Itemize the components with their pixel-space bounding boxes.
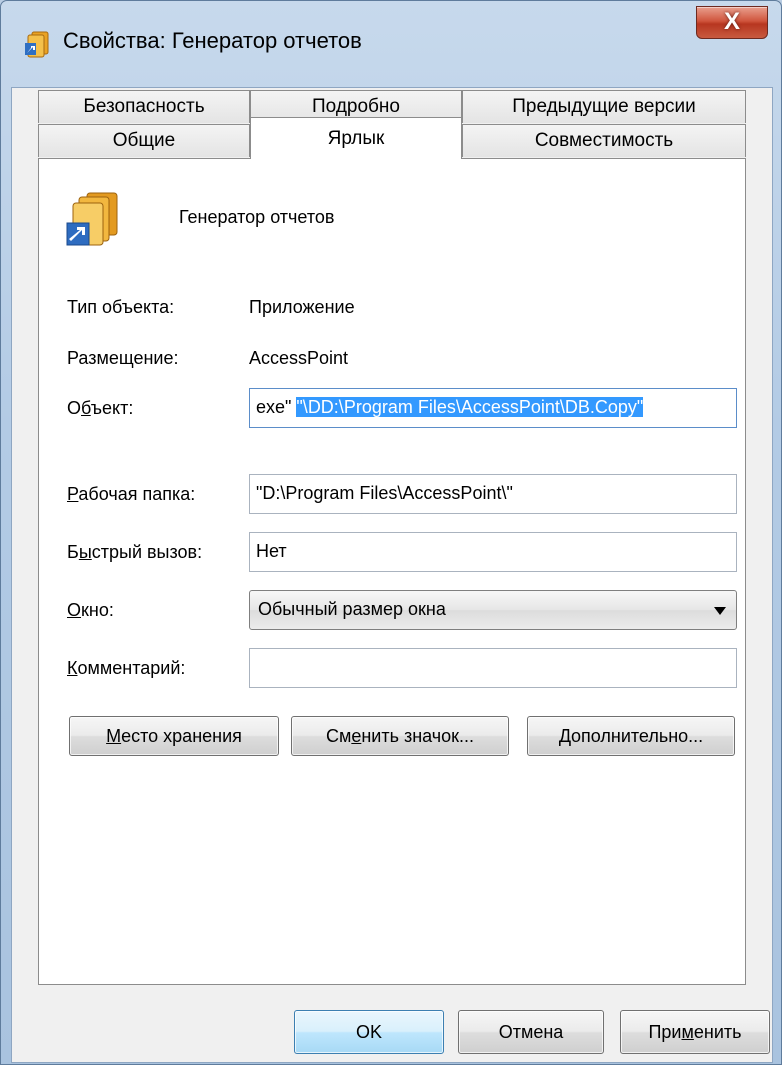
target-selected-text: "\DD:\Program Files\AccessPoint\DB.Copy" (296, 397, 644, 417)
run-select[interactable]: Обычный размер окна (249, 590, 737, 630)
shortcut-name: Генератор отчетов (179, 207, 335, 227)
run-label: Окно: (67, 600, 114, 620)
comment-label: Комментарий: (67, 658, 186, 678)
window-title: Свойства: Генератор отчетов (63, 28, 362, 53)
close-icon: X (723, 8, 740, 35)
separator (67, 264, 727, 265)
comment-input[interactable] (249, 648, 737, 688)
folder-stack-icon (25, 31, 49, 58)
tab-shortcut[interactable]: Ярлык (250, 117, 462, 159)
title-bar[interactable]: Свойства: Генератор отчетов X (1, 1, 781, 87)
tab-security[interactable]: Безопасность (38, 90, 250, 123)
open-file-location-button[interactable]: Место хранения (69, 716, 279, 756)
ok-button[interactable]: OK (294, 1010, 444, 1054)
tab-general[interactable]: Общие (38, 124, 250, 157)
close-button[interactable]: X (696, 6, 768, 39)
object-type-label: Тип объекта: (67, 297, 175, 317)
folder-stack-icon (66, 192, 118, 246)
tab-previous-versions[interactable]: Предыдущие версии (462, 90, 746, 123)
start-in-label: Рабочая папка: (67, 484, 196, 504)
separator (67, 449, 727, 450)
location-value: AccessPoint (249, 348, 349, 368)
hotkey-input[interactable]: Нет (249, 532, 737, 572)
properties-window: Свойства: Генератор отчетов X Безопаснос… (0, 0, 782, 1065)
apply-button[interactable]: При м енить (620, 1010, 770, 1054)
shortcut-tab-content: Генератор отчетов Тип объекта: Приложени… (38, 158, 746, 985)
change-icon-button[interactable]: См е нить значок... (291, 716, 509, 756)
target-input[interactable]: exe" "\DD:\Program Files\AccessPoint\DB.… (249, 388, 737, 428)
dropdown-arrow-icon (714, 607, 726, 615)
start-in-input[interactable]: "D:\Program Files\AccessPoint\" (249, 474, 737, 514)
object-type-value: Приложение (249, 297, 355, 317)
hotkey-label: Быстрый вызов: (67, 542, 203, 562)
dialog-body: Безопасность Подробно Предыдущие версии … (11, 87, 773, 1063)
tab-compatibility[interactable]: Совместимость (462, 124, 746, 157)
cancel-button[interactable]: Отмена (458, 1010, 604, 1054)
location-label: Размещение: (67, 348, 179, 368)
advanced-button[interactable]: Дополнительно... (527, 716, 735, 756)
target-label: Объект: (67, 398, 134, 418)
